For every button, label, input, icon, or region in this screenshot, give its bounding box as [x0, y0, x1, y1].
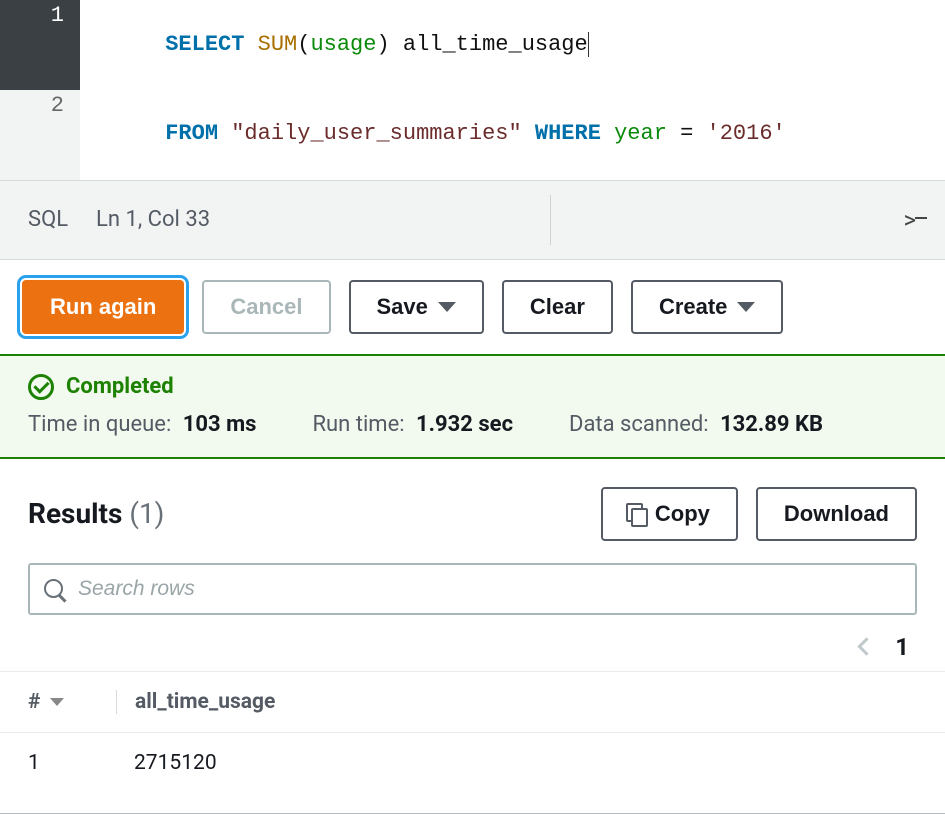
function-name: SUM: [258, 32, 298, 57]
collapse-panel-icon[interactable]: >: [903, 206, 927, 234]
editor-status-bar: SQL Ln 1, Col 33 >: [0, 180, 945, 260]
table-row: 1 2715120: [0, 732, 945, 793]
editor-line-1[interactable]: 1 SELECT SUM(usage) all_time_usage: [0, 0, 945, 90]
pagination: 1: [0, 615, 945, 671]
cancel-button: Cancel: [202, 280, 330, 334]
data-scanned-metric: Data scanned: 132.89 KB: [569, 412, 823, 437]
operator: =: [680, 121, 693, 146]
identifier: year: [601, 121, 680, 146]
row-index-cell: 1: [28, 751, 98, 775]
sort-descending-icon[interactable]: [50, 698, 64, 706]
table-cell: 2715120: [134, 751, 917, 775]
column-header[interactable]: all_time_usage: [135, 690, 917, 714]
keyword: WHERE: [535, 121, 601, 146]
copy-icon: [629, 506, 645, 522]
results-title: Results (1): [28, 497, 164, 530]
run-again-button[interactable]: Run again: [22, 280, 184, 334]
search-icon: [44, 579, 64, 599]
alias: all_time_usage: [390, 32, 588, 57]
paren: ): [376, 32, 389, 57]
copy-results-button[interactable]: Copy: [601, 487, 738, 541]
string-literal: '2016': [693, 121, 785, 146]
queue-time-metric: Time in queue: 103 ms: [28, 412, 256, 437]
page-number[interactable]: 1: [895, 633, 909, 661]
gutter-line-number: 1: [0, 0, 80, 90]
download-results-button[interactable]: Download: [756, 487, 917, 541]
results-count: (1): [129, 497, 164, 530]
column-divider: [116, 690, 117, 714]
run-time-metric: Run time: 1.932 sec: [312, 412, 513, 437]
paren: (: [297, 32, 310, 57]
previous-page-icon[interactable]: [858, 637, 876, 655]
sql-editor[interactable]: 1 SELECT SUM(usage) all_time_usage 2 FRO…: [0, 0, 945, 180]
keyword: SELECT: [165, 32, 244, 57]
query-status-banner: Completed Time in queue: 103 ms Run time…: [0, 354, 945, 459]
column-header-index[interactable]: #: [28, 690, 40, 714]
keyword: FROM: [165, 121, 218, 146]
chevron-down-icon: [438, 302, 456, 312]
create-button[interactable]: Create: [631, 280, 783, 334]
divider: [550, 195, 551, 245]
text-cursor: [588, 32, 589, 56]
results-table: # all_time_usage 1 2715120: [0, 671, 945, 793]
results-header: Results (1) Copy Download: [0, 459, 945, 563]
bottom-divider: [0, 813, 945, 814]
clear-button[interactable]: Clear: [502, 280, 613, 334]
check-circle-icon: [28, 374, 54, 400]
search-rows-box[interactable]: [28, 563, 917, 615]
search-input[interactable]: [78, 577, 901, 601]
chevron-down-icon: [737, 302, 755, 312]
table-header-row: # all_time_usage: [0, 671, 945, 732]
status-text: Completed: [66, 374, 174, 399]
string-literal: "daily_user_summaries": [231, 121, 521, 146]
gutter-line-number: 2: [0, 90, 80, 180]
identifier: usage: [310, 32, 376, 57]
cursor-position: Ln 1, Col 33: [96, 207, 210, 232]
save-button[interactable]: Save: [349, 280, 484, 334]
query-toolbar: Run again Cancel Save Clear Create: [0, 260, 945, 354]
editor-line-2[interactable]: 2 FROM "daily_user_summaries" WHERE year…: [0, 90, 945, 180]
language-mode[interactable]: SQL: [28, 207, 68, 232]
